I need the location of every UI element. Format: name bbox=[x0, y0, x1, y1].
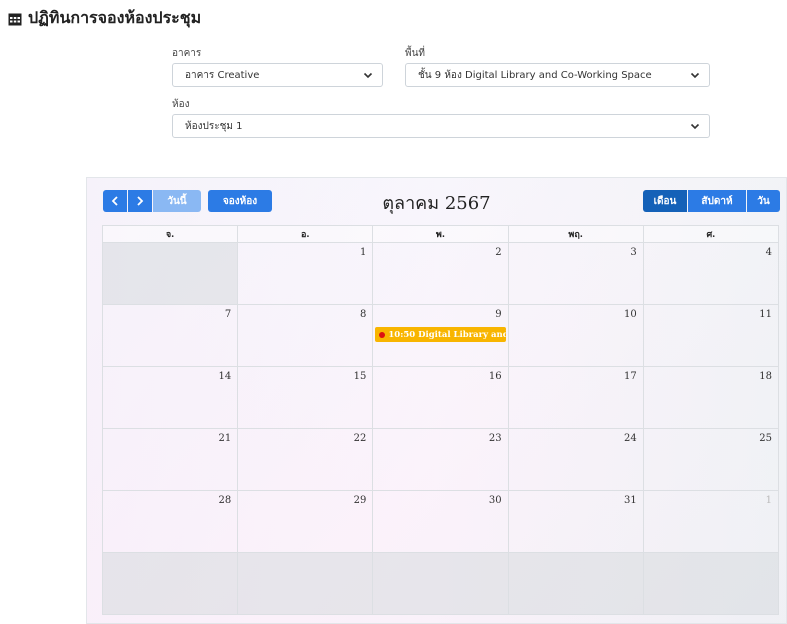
day-cell[interactable]: 28 bbox=[101, 490, 239, 553]
weekday-header: พฤ. bbox=[507, 225, 644, 243]
week-row bbox=[101, 552, 780, 615]
building-select-value: อาคาร Creative bbox=[185, 69, 260, 81]
day-number[interactable]: 11 bbox=[644, 305, 778, 320]
day-number[interactable]: 14 bbox=[103, 367, 237, 382]
day-cell[interactable]: 23 bbox=[372, 428, 509, 491]
week-row: 28 29 30 31 1 bbox=[101, 490, 780, 553]
day-cell[interactable]: 7 bbox=[101, 304, 239, 367]
day-number[interactable]: 23 bbox=[373, 429, 507, 444]
day-number[interactable]: 17 bbox=[509, 367, 643, 382]
day-cell[interactable]: 9 10:50 Digital Library and bbox=[372, 304, 509, 367]
day-number[interactable]: 31 bbox=[509, 491, 643, 506]
weekday-header: ศ. bbox=[642, 225, 780, 243]
day-number[interactable]: 2 bbox=[373, 243, 507, 258]
building-label: อาคาร bbox=[172, 48, 202, 59]
weekday-header-row: จ. อ. พ. พฤ. ศ. bbox=[101, 225, 780, 243]
chevron-down-icon bbox=[690, 123, 700, 130]
day-number[interactable]: 7 bbox=[103, 305, 237, 320]
day-number[interactable]: 16 bbox=[373, 367, 507, 382]
month-grid: จ. อ. พ. พฤ. ศ. 1 2 3 4 7 8 9 10:50 Digital Library… bbox=[101, 225, 780, 615]
day-cell[interactable]: 18 bbox=[642, 366, 780, 429]
day-number[interactable]: 1 bbox=[644, 491, 778, 506]
week-row: 1234 bbox=[101, 242, 780, 305]
day-number[interactable]: 25 bbox=[644, 429, 778, 444]
day-number[interactable]: 30 bbox=[373, 491, 507, 506]
day-cell[interactable]: 31 bbox=[507, 490, 644, 553]
room-select[interactable]: ห้องประชุม 1 bbox=[172, 114, 710, 138]
day-cell[interactable]: 3 bbox=[507, 242, 644, 305]
day-number[interactable]: 29 bbox=[238, 491, 372, 506]
day-number[interactable]: 9 bbox=[373, 305, 507, 320]
day-number[interactable]: 28 bbox=[103, 491, 237, 506]
day-cell[interactable] bbox=[101, 552, 239, 615]
day-cell[interactable]: 29 bbox=[237, 490, 374, 553]
weekday-header: จ. bbox=[101, 225, 239, 243]
day-cell[interactable] bbox=[642, 552, 780, 615]
day-cell[interactable]: 15 bbox=[237, 366, 374, 429]
day-cell[interactable]: 30 bbox=[372, 490, 509, 553]
weekday-header: พ. bbox=[372, 225, 509, 243]
day-cell[interactable]: 1 bbox=[237, 242, 374, 305]
calendar-icon bbox=[8, 13, 22, 25]
day-cell[interactable] bbox=[237, 552, 374, 615]
day-cell[interactable]: 22 bbox=[237, 428, 374, 491]
day-number[interactable]: 8 bbox=[238, 305, 372, 320]
day-cell[interactable]: 25 bbox=[642, 428, 780, 491]
chevron-down-icon bbox=[690, 72, 700, 79]
week-view-button[interactable]: สัปดาห์ bbox=[688, 190, 746, 212]
area-label: พื้นที่ bbox=[405, 48, 426, 59]
day-view-button[interactable]: วัน bbox=[747, 190, 780, 212]
day-cell[interactable]: 17 bbox=[507, 366, 644, 429]
page-title-text: ปฏิทินการจองห้องประชุม bbox=[28, 8, 202, 27]
weekday-header: อ. bbox=[237, 225, 374, 243]
day-cell[interactable]: 8 bbox=[237, 304, 374, 367]
day-number[interactable]: 22 bbox=[238, 429, 372, 444]
day-cell[interactable]: 14 bbox=[101, 366, 239, 429]
page-title: ปฏิทินการจองห้องประชุม bbox=[8, 6, 201, 31]
day-number[interactable]: 21 bbox=[103, 429, 237, 444]
area-select-value: ชั้น 9 ห้อง Digital Library and Co-Worki… bbox=[418, 69, 652, 81]
day-cell[interactable]: 4 bbox=[642, 242, 780, 305]
week-row: 21 22 23 24 25 bbox=[101, 428, 780, 491]
day-cell[interactable]: 1 bbox=[642, 490, 780, 553]
day-cell[interactable]: 10 bbox=[507, 304, 644, 367]
calendar: วันนี้ จองห้อง ตุลาคม 2567 เดือน สัปดาห์… bbox=[86, 177, 787, 624]
day-number[interactable]: 18 bbox=[644, 367, 778, 382]
day-cell[interactable] bbox=[507, 552, 644, 615]
day-cell[interactable] bbox=[101, 242, 239, 305]
week-row: 7 8 9 10:50 Digital Library and 10 11 bbox=[101, 304, 780, 367]
room-select-value: ห้องประชุม 1 bbox=[185, 120, 243, 132]
day-cell[interactable]: 21 bbox=[101, 428, 239, 491]
event-dot-icon bbox=[379, 331, 386, 338]
chevron-down-icon bbox=[363, 72, 373, 79]
building-select[interactable]: อาคาร Creative bbox=[172, 63, 383, 87]
month-view-button[interactable]: เดือน bbox=[643, 190, 687, 212]
day-number[interactable]: 24 bbox=[509, 429, 643, 444]
calendar-event[interactable]: 10:50 Digital Library and bbox=[375, 327, 506, 342]
room-label: ห้อง bbox=[172, 99, 190, 110]
day-number[interactable]: 4 bbox=[644, 243, 778, 258]
day-cell[interactable]: 11 bbox=[642, 304, 780, 367]
day-number[interactable]: 15 bbox=[238, 367, 372, 382]
day-number[interactable]: 10 bbox=[509, 305, 643, 320]
day-number[interactable]: 1 bbox=[238, 243, 372, 258]
day-cell[interactable]: 16 bbox=[372, 366, 509, 429]
week-row: 14 15 16 17 18 bbox=[101, 366, 780, 429]
event-text: 10:50 Digital Library and bbox=[388, 329, 506, 340]
area-select[interactable]: ชั้น 9 ห้อง Digital Library and Co-Worki… bbox=[405, 63, 710, 87]
day-number[interactable]: 3 bbox=[509, 243, 643, 258]
day-cell[interactable]: 2 bbox=[372, 242, 509, 305]
day-cell[interactable]: 24 bbox=[507, 428, 644, 491]
day-cell[interactable] bbox=[372, 552, 509, 615]
